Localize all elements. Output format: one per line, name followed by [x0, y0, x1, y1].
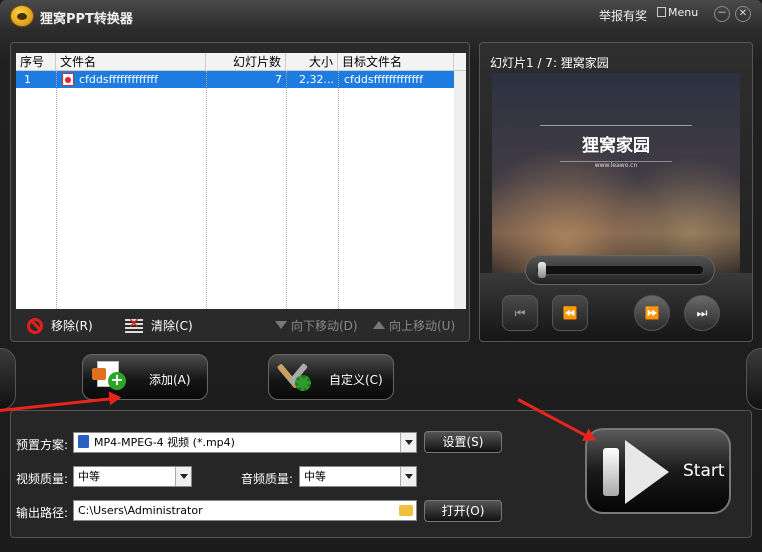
- output-path-value: C:\Users\Administrator: [78, 504, 203, 517]
- chevron-down-icon: [400, 467, 416, 486]
- add-label: 添加(A): [149, 373, 191, 387]
- row-filename: cfddsfffffffffffff: [79, 73, 158, 86]
- column-header-index[interactable]: 序号: [16, 53, 56, 71]
- preset-label: 预置方案:: [16, 438, 69, 452]
- title-bar: 狸窝PPT转换器 举报有奖 Menu － ✕: [0, 0, 762, 32]
- vertical-scrollbar[interactable]: [454, 71, 466, 309]
- column-divider: [286, 71, 287, 309]
- minimize-button[interactable]: －: [714, 6, 730, 22]
- move-up-button[interactable]: 向上移动(U): [373, 317, 455, 334]
- start-button[interactable]: Start: [585, 428, 731, 514]
- preset-dropdown[interactable]: MP4-MPEG-4 视频 (*.mp4): [73, 432, 417, 453]
- decorative-side-knob: [0, 348, 16, 410]
- move-up-label: 向上移动(U): [389, 319, 456, 333]
- row-target-filename: cfddsfffffffffffff: [344, 73, 423, 86]
- next-slide-button[interactable]: ⏩: [634, 295, 670, 331]
- leawo-logo-icon: [10, 5, 34, 27]
- add-ppt-icon: [92, 361, 126, 390]
- video-quality-value: 中等: [78, 470, 100, 483]
- slide-indicator: 幻灯片1 / 7: 狸窝家园: [490, 56, 609, 70]
- slider-track: [536, 265, 704, 275]
- start-bar-icon: [603, 448, 619, 496]
- table-header: 序号 文件名 幻灯片数 大小 目标文件名: [16, 53, 466, 71]
- app-window: 狸窝PPT转换器 举报有奖 Menu － ✕ 序号 文件名 幻灯片数 大小 目标…: [0, 0, 762, 552]
- arrow-down-icon: [275, 321, 287, 329]
- play-arrow-icon: [625, 440, 669, 504]
- slide-title: 狸窝家园: [582, 136, 650, 156]
- video-quality-label: 视频质量:: [16, 472, 69, 486]
- clear-label: 清除(C): [151, 319, 193, 333]
- open-folder-button[interactable]: 打开(O): [424, 500, 502, 522]
- clear-button[interactable]: 清除(C): [125, 316, 193, 334]
- last-slide-button[interactable]: ⏭: [684, 295, 720, 331]
- clear-list-icon: [125, 316, 143, 333]
- close-button[interactable]: ✕: [735, 6, 751, 22]
- preview-panel: 幻灯片1 / 7: 狸窝家园 狸窝家园 www.leawo.cn ⏮ ⏪ ⏩ ⏭: [479, 42, 753, 342]
- report-link[interactable]: 举报有奖: [599, 7, 647, 24]
- progress-slider[interactable]: [525, 255, 715, 285]
- chevron-down-icon: [400, 433, 416, 452]
- remove-label: 移除(R): [51, 319, 93, 333]
- previous-slide-button[interactable]: ⏪: [552, 295, 588, 331]
- output-path-label: 输出路径:: [16, 506, 69, 520]
- start-label: Start: [683, 461, 725, 481]
- row-size: 2,32...: [299, 73, 334, 86]
- fast-forward-icon: ⏩: [644, 306, 660, 320]
- column-header-slides[interactable]: 幻灯片数: [206, 53, 286, 71]
- audio-quality-label: 音频质量:: [241, 472, 294, 486]
- menu-icon: [657, 7, 666, 17]
- menu-button[interactable]: Menu: [657, 6, 698, 19]
- slider-handle[interactable]: [538, 262, 546, 278]
- slide-divider: [540, 125, 692, 126]
- arrow-up-icon: [373, 321, 385, 329]
- column-divider: [206, 71, 207, 309]
- menu-label: Menu: [668, 6, 699, 19]
- video-quality-dropdown[interactable]: 中等: [73, 466, 192, 487]
- row-filename-cell: cfddsfffffffffffff: [58, 71, 206, 88]
- row-index: 1: [24, 73, 31, 86]
- window-title: 狸窝PPT转换器: [40, 12, 133, 27]
- folder-icon[interactable]: [399, 505, 413, 516]
- slide-subtitle: www.leawo.cn: [594, 162, 638, 169]
- settings-button[interactable]: 设置(S): [424, 431, 502, 453]
- audio-quality-dropdown[interactable]: 中等: [299, 466, 417, 487]
- remove-icon: [27, 318, 43, 334]
- add-file-button[interactable]: 添加(A): [82, 354, 208, 400]
- output-path-field[interactable]: C:\Users\Administrator: [73, 500, 417, 521]
- skip-start-icon: ⏮: [514, 306, 526, 320]
- customize-label: 自定义(C): [329, 373, 383, 387]
- file-list-panel: 序号 文件名 幻灯片数 大小 目标文件名 1 cfddsffffffffffff…: [10, 42, 470, 342]
- first-slide-button[interactable]: ⏮: [502, 295, 538, 331]
- column-header-filename[interactable]: 文件名: [56, 53, 206, 71]
- video-format-icon: [78, 435, 89, 448]
- move-down-label: 向下移动(D): [291, 319, 358, 333]
- chevron-down-icon: [175, 467, 191, 486]
- file-table[interactable]: 序号 文件名 幻灯片数 大小 目标文件名 1 cfddsffffffffffff…: [16, 53, 466, 309]
- column-divider: [56, 71, 57, 309]
- decorative-side-knob: [746, 348, 762, 410]
- list-actions-bar: 移除(R) 清除(C) 向下移动(D) 向上移动(U): [11, 313, 471, 339]
- skip-end-icon: ⏭: [696, 306, 708, 320]
- table-row[interactable]: 1 cfddsfffffffffffff 7 2,32... cfddsffff…: [16, 71, 466, 88]
- remove-button[interactable]: 移除(R): [27, 317, 93, 334]
- customize-button[interactable]: 自定义(C): [268, 354, 394, 400]
- move-down-button[interactable]: 向下移动(D): [275, 317, 358, 334]
- tools-icon: [276, 360, 311, 392]
- rewind-icon: ⏪: [562, 306, 578, 320]
- column-header-target[interactable]: 目标文件名: [338, 53, 454, 71]
- row-slides: 7: [275, 73, 282, 86]
- audio-quality-value: 中等: [304, 470, 326, 483]
- preset-value: MP4-MPEG-4 视频 (*.mp4): [94, 436, 235, 449]
- column-divider: [338, 71, 339, 309]
- slide-preview-image: 狸窝家园 www.leawo.cn: [492, 73, 740, 273]
- ppt-file-icon: [62, 73, 74, 86]
- player-controls: ⏮ ⏪ ⏩ ⏭: [480, 255, 752, 341]
- column-header-size[interactable]: 大小: [286, 53, 338, 71]
